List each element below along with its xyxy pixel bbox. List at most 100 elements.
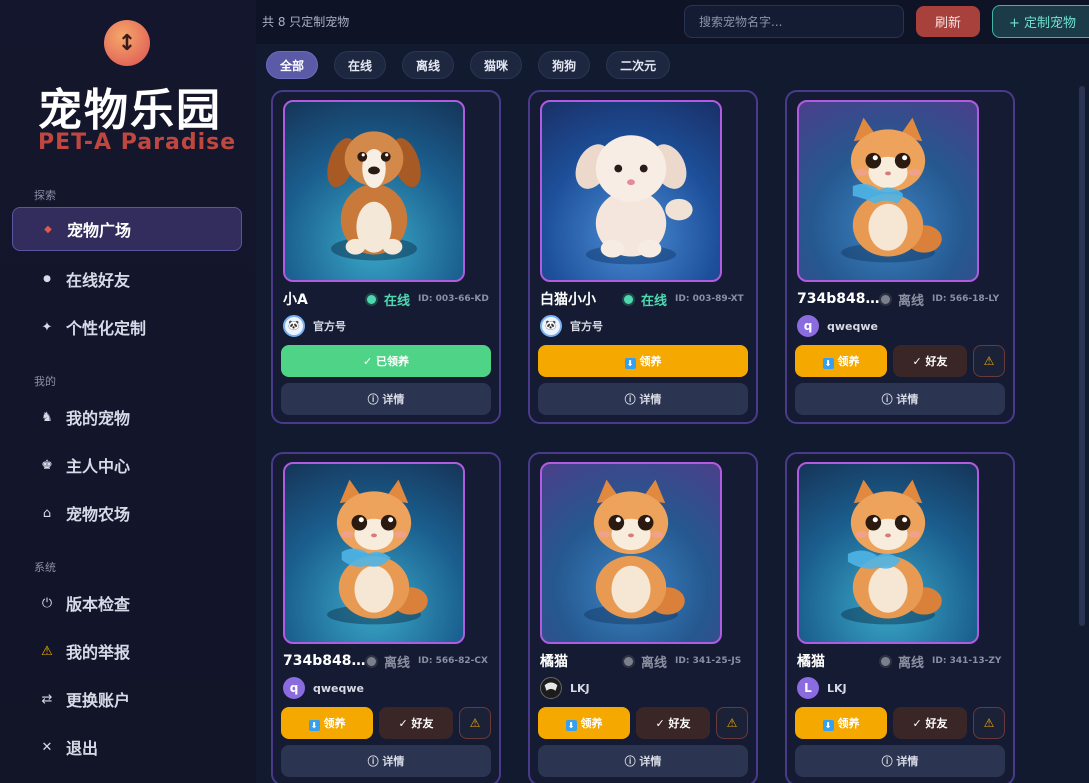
pet-image[interactable] <box>540 462 722 644</box>
adopt-label: 领养 <box>837 355 860 368</box>
report-button[interactable]: ⚠ <box>973 707 1005 739</box>
adopted-button[interactable]: ✓ 已领养 <box>281 345 491 377</box>
download-icon: ⬇ <box>565 720 577 731</box>
add-friend-button[interactable]: ✓ 好友 <box>893 345 967 377</box>
sidebar-item-logout[interactable]: ✕ 退出 <box>12 725 242 769</box>
adopt-label: 领养 <box>580 717 603 730</box>
pet-image[interactable] <box>797 100 979 282</box>
sidebar-item-label: 我的宠物 <box>66 409 131 428</box>
details-button[interactable]: ⓘ 详情 <box>538 383 748 415</box>
top-bar: 共 8 只定制宠物 刷新 + 定制宠物 <box>256 0 1089 44</box>
filter-bar: 全部 在线 离线 猫咪 狗狗 二次元 <box>266 51 671 79</box>
sidebar-item-label: 在线好友 <box>66 271 131 290</box>
sidebar-item-version-check[interactable]: ⏻ 版本检查 <box>12 581 242 625</box>
download-icon: ⬇ <box>624 358 636 369</box>
owner-avatar: 🐼 <box>283 315 305 337</box>
pet-name: 橘猫 <box>540 654 568 670</box>
adopt-button[interactable]: ⬇ 领养 <box>795 707 887 739</box>
owner-avatar <box>540 677 562 699</box>
owner-avatar: L <box>797 677 819 699</box>
filter-chip-online[interactable]: 在线 <box>334 51 387 79</box>
sidebar-item-label: 宠物农场 <box>66 505 131 524</box>
online-status-dot <box>624 294 633 304</box>
filter-chip-offline[interactable]: 离线 <box>402 51 455 79</box>
filter-chip-anime[interactable]: 二次元 <box>606 51 671 79</box>
search-input[interactable] <box>684 5 904 38</box>
pet-image[interactable] <box>283 100 465 282</box>
sidebar-item-my-reports[interactable]: ⚠ 我的举报 <box>12 629 242 673</box>
custom-pet-button[interactable]: + 定制宠物 <box>992 5 1089 38</box>
avatar-image-icon <box>541 678 561 698</box>
details-button[interactable]: ⓘ 详情 <box>795 745 1005 777</box>
pet-image[interactable] <box>797 462 979 644</box>
adopt-button[interactable]: ⬇ 领养 <box>281 707 373 739</box>
sidebar-item-label: 退出 <box>66 739 99 758</box>
details-button[interactable]: ⓘ 详情 <box>281 383 491 415</box>
report-button[interactable]: ⚠ <box>973 345 1005 377</box>
filter-chip-cats[interactable]: 猫咪 <box>470 51 523 79</box>
filter-chip-dogs[interactable]: 狗狗 <box>538 51 591 79</box>
pet-status: 离线 <box>384 655 411 671</box>
owner-name: qweqwe <box>313 681 364 695</box>
pet-id: ID: 003-89-XT <box>675 294 744 304</box>
adopt-button[interactable]: ⬇ 领养 <box>538 345 748 377</box>
power-icon: ⏻ <box>41 595 53 611</box>
sidebar-item-switch-account[interactable]: ⇄ 更换账户 <box>12 677 242 721</box>
close-icon: ✕ <box>41 739 53 755</box>
download-icon: ⬇ <box>822 720 834 731</box>
warning-icon: ⚠ <box>469 716 481 730</box>
warning-icon: ⚠ <box>726 716 738 730</box>
pet-image[interactable] <box>540 100 722 282</box>
offline-status-dot <box>624 656 633 666</box>
refresh-button[interactable]: 刷新 <box>916 6 980 37</box>
pet-card: 白猫小小 在线 ID: 003-89-XT 🐼 官方号 ⬇ 领养 ⓘ 详情 <box>528 90 758 424</box>
sidebar-item-pet-farm[interactable]: ⌂ 宠物农场 <box>12 491 242 535</box>
pet-image[interactable] <box>283 462 465 644</box>
sidebar-item-customize[interactable]: ✦ 个性化定制 <box>12 305 242 349</box>
add-friend-button[interactable]: ✓ 好友 <box>379 707 453 739</box>
sidebar-item-label: 更换账户 <box>66 691 131 710</box>
diamond-icon: ◆ <box>44 223 52 235</box>
swap-icon: ⇄ <box>41 691 53 707</box>
add-friend-button[interactable]: ✓ 好友 <box>636 707 710 739</box>
cat-illustration-icon <box>841 117 942 263</box>
details-button[interactable]: ⓘ 详情 <box>281 745 491 777</box>
online-status-dot <box>367 294 376 304</box>
pet-id: ID: 341-13-ZY <box>932 656 1002 666</box>
pet-card: 橘猫 离线 ID: 341-25-JS LKJ ⬇ 领养 ✓ 好友 ⚠ ⓘ 详情 <box>528 452 758 783</box>
sidebar-item-online-friends[interactable]: ● 在线好友 <box>12 257 242 301</box>
cat-illustration-icon <box>327 479 428 625</box>
sidebar-item-pet-plaza[interactable]: ◆ 宠物广场 <box>12 207 242 251</box>
owner-avatar: 🐼 <box>540 315 562 337</box>
sidebar-item-my-pets[interactable]: ♞ 我的宠物 <box>12 395 242 439</box>
report-button[interactable]: ⚠ <box>716 707 748 739</box>
add-friend-button[interactable]: ✓ 好友 <box>893 707 967 739</box>
sidebar-item-label: 宠物广场 <box>67 221 132 240</box>
offline-status-dot <box>367 656 376 666</box>
download-icon: ⬇ <box>308 720 320 731</box>
sidebar-item-owner-center[interactable]: ♚ 主人中心 <box>12 443 242 487</box>
section-label-mine: 我的 <box>34 375 56 388</box>
farm-icon: ⌂ <box>42 505 52 521</box>
pet-card: 小A 在线 ID: 003-66-KD 🐼 官方号 ✓ 已领养 ⓘ 详情 <box>271 90 501 424</box>
adopt-button[interactable]: ⬇ 领养 <box>538 707 630 739</box>
adopt-label: 领养 <box>837 717 860 730</box>
section-label-system: 系统 <box>34 561 56 574</box>
details-button[interactable]: ⓘ 详情 <box>538 745 748 777</box>
sidebar: ↕ 宠物乐园 PET-A Paradise 探索 ◆ 宠物广场 ● 在线好友 ✦… <box>0 0 256 783</box>
scrollbar[interactable] <box>1079 86 1085 626</box>
sidebar-item-label: 我的举报 <box>66 643 131 662</box>
details-button[interactable]: ⓘ 详情 <box>795 383 1005 415</box>
pet-id: ID: 341-25-JS <box>675 656 742 666</box>
report-button[interactable]: ⚠ <box>459 707 491 739</box>
owner-name: 官方号 <box>313 320 346 333</box>
owner-name: qweqwe <box>827 319 878 333</box>
section-label-explore: 探索 <box>34 189 56 202</box>
filter-chip-all[interactable]: 全部 <box>266 51 319 79</box>
sidebar-item-label: 版本检查 <box>66 595 131 614</box>
app-logo-icon: ↕ <box>104 20 150 66</box>
pet-card: 734b8485... 离线 ID: 566-18-LY q qweqwe ⬇领… <box>785 90 1015 424</box>
dog-illustration-icon <box>327 131 421 261</box>
cat-illustration-icon <box>584 479 685 625</box>
adopt-button[interactable]: ⬇ 领养 <box>795 345 887 377</box>
